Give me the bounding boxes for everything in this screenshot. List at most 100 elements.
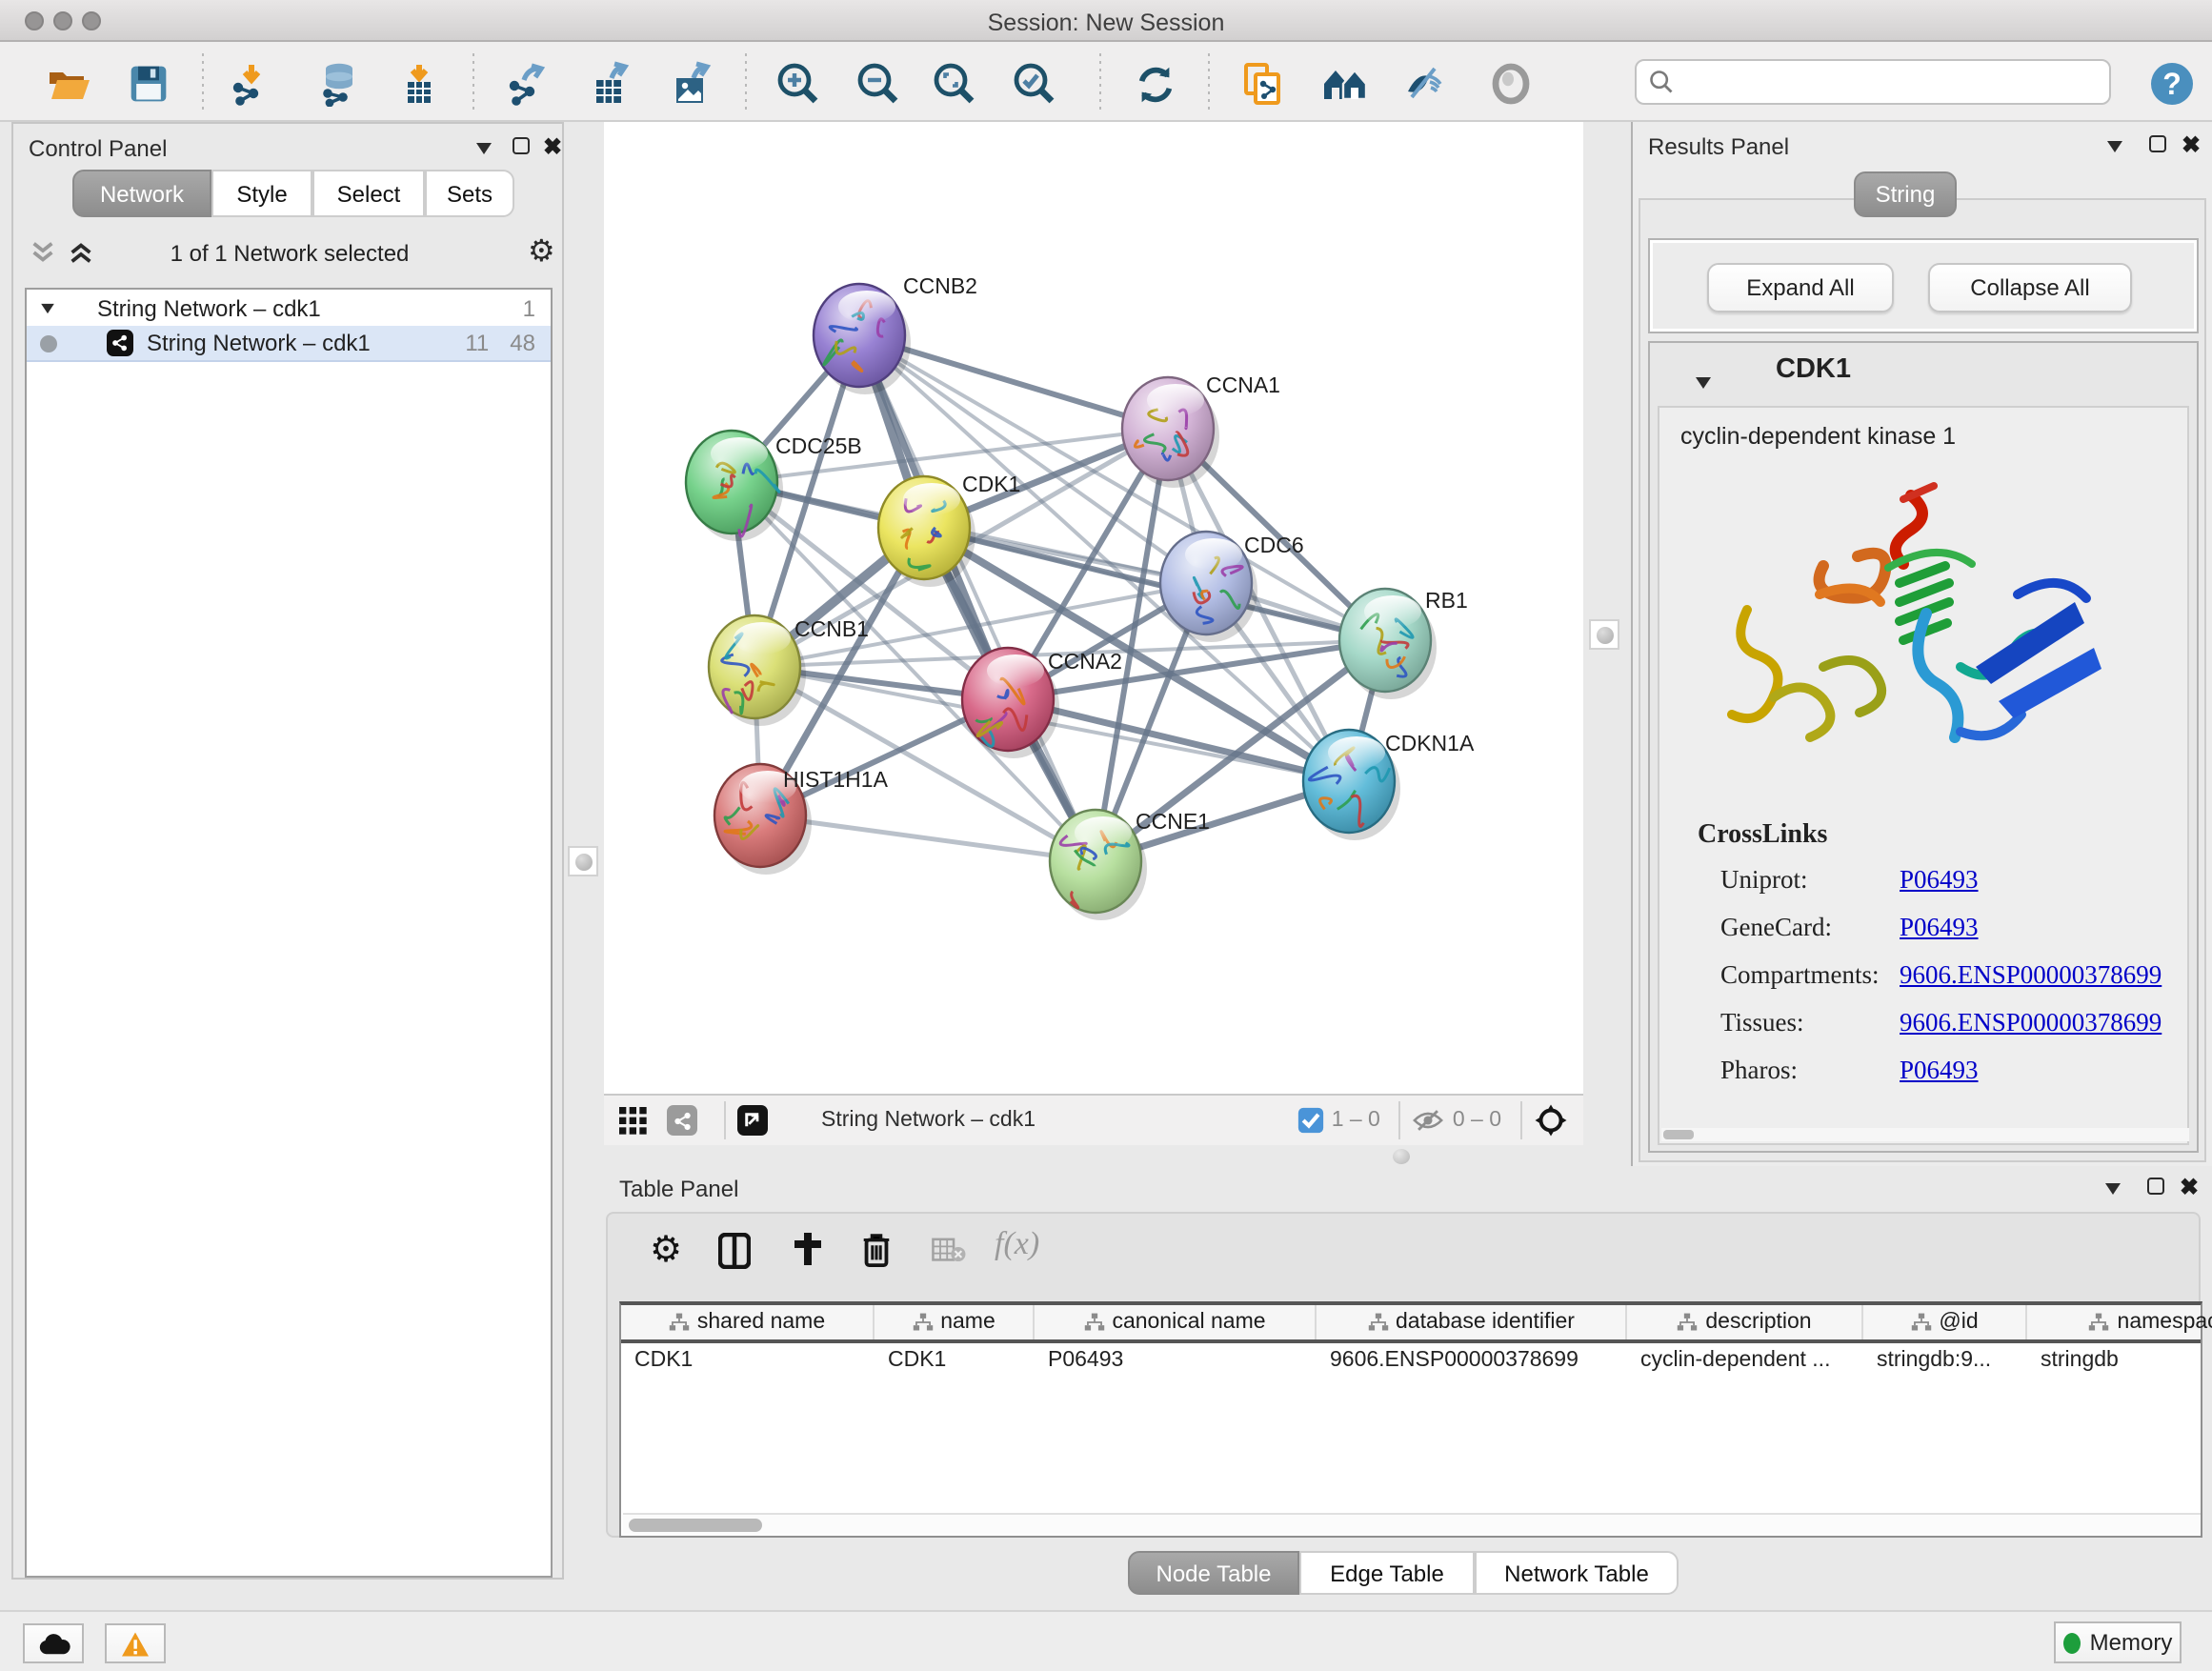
column-header-namespace[interactable]: namespace	[2027, 1305, 2212, 1339]
crosslink-link[interactable]: 9606.ENSP00000378699	[1900, 960, 2162, 991]
tab-style[interactable]: Style	[211, 170, 312, 217]
hidden-eye-slash-icon[interactable]	[1413, 1107, 1445, 1134]
expand-all-button[interactable]: Expand All	[1707, 263, 1894, 312]
show-columns-icon[interactable]	[718, 1233, 751, 1269]
import-table-button[interactable]	[394, 59, 444, 109]
node-CCNA1[interactable]: CCNA1	[1122, 372, 1280, 488]
hide-selected-button[interactable]	[1400, 59, 1450, 109]
left-splitter-handle[interactable]	[568, 846, 598, 876]
new-network-from-selection-button[interactable]	[1238, 59, 1288, 109]
node-CDC6[interactable]: CDC6	[1160, 532, 1304, 642]
apply-function-icon[interactable]: f(x)	[995, 1225, 1039, 1263]
clear-table-icon[interactable]	[932, 1237, 966, 1263]
tab-select[interactable]: Select	[312, 170, 425, 217]
column-header--id[interactable]: @id	[1863, 1305, 2027, 1339]
tab-node-table[interactable]: Node Table	[1128, 1551, 1299, 1595]
show-all-button[interactable]	[1486, 59, 1536, 109]
tab-sets[interactable]: Sets	[425, 170, 514, 217]
scrollbar-thumb[interactable]	[629, 1519, 762, 1532]
column-header-shared-name[interactable]: shared name	[621, 1305, 875, 1339]
panel-menu-icon[interactable]	[2107, 141, 2122, 152]
network-collection-row[interactable]: String Network – cdk1 1	[27, 290, 551, 326]
horizontal-splitter-handle[interactable]	[1393, 1149, 1410, 1164]
export-network-button[interactable]	[503, 59, 553, 109]
search-field[interactable]	[1635, 59, 2111, 105]
table-cell[interactable]: CDK1	[621, 1343, 875, 1378]
refresh-view-button[interactable]	[1130, 59, 1179, 109]
zoom-selected-button[interactable]	[1010, 59, 1059, 109]
table-cell[interactable]: CDK1	[875, 1343, 1035, 1378]
panel-float-icon[interactable]	[2149, 135, 2166, 152]
tab-network-table[interactable]: Network Table	[1475, 1551, 1679, 1595]
table-cell[interactable]: cyclin-dependent ...	[1627, 1343, 1863, 1378]
cloud-button[interactable]	[23, 1623, 84, 1663]
panel-menu-icon[interactable]	[476, 143, 492, 154]
node-HIST1H1A[interactable]: HIST1H1A	[714, 764, 889, 875]
crosslink-link[interactable]: P06493	[1900, 913, 1979, 943]
panel-close-icon[interactable]: ✖	[2182, 135, 2201, 154]
node-CDKN1A[interactable]: CDKN1A	[1303, 730, 1475, 840]
tab-edge-table[interactable]: Edge Table	[1299, 1551, 1475, 1595]
table-horizontal-scrollbar[interactable]	[623, 1513, 2201, 1534]
birds-eye-view-icon[interactable]	[737, 1105, 768, 1136]
zoom-fit-button[interactable]	[930, 59, 979, 109]
zoom-in-button[interactable]	[774, 59, 823, 109]
panel-float-icon[interactable]	[2147, 1178, 2164, 1195]
gene-collapse-icon[interactable]	[1696, 364, 1711, 398]
tab-string-results[interactable]: String	[1854, 171, 1957, 217]
collection-expand-icon[interactable]	[41, 303, 54, 312]
export-table-button[interactable]	[587, 59, 636, 109]
node-label-CDKN1A: CDKN1A	[1385, 731, 1475, 755]
table-cell[interactable]: stringdb:9...	[1863, 1343, 2027, 1378]
node-RB1[interactable]: RB1	[1339, 588, 1468, 699]
import-network-database-button[interactable]	[314, 59, 364, 109]
crosslink-link[interactable]: P06493	[1900, 865, 1979, 896]
column-header-database-identifier[interactable]: database identifier	[1317, 1305, 1627, 1339]
create-column-plus-icon[interactable]	[791, 1231, 825, 1267]
string-style-icon[interactable]	[667, 1105, 697, 1136]
panel-close-icon[interactable]: ✖	[2180, 1178, 2199, 1197]
help-button[interactable]: ?	[2147, 59, 2197, 109]
grid-view-icon[interactable]	[619, 1106, 648, 1135]
panel-menu-icon[interactable]	[2105, 1183, 2121, 1195]
first-neighbors-button[interactable]	[1320, 59, 1370, 109]
collapse-all-button[interactable]: Collapse All	[1928, 263, 2132, 312]
table-cell[interactable]: P06493	[1035, 1343, 1317, 1378]
search-input[interactable]	[1675, 70, 2109, 93]
export-image-button[interactable]	[667, 59, 716, 109]
zoom-out-button[interactable]	[854, 59, 903, 109]
gene-scrollbar[interactable]	[1661, 1128, 2189, 1141]
column-header-canonical-name[interactable]: canonical name	[1035, 1305, 1317, 1339]
panel-float-icon[interactable]	[513, 137, 530, 154]
crosslink-link[interactable]: P06493	[1900, 1056, 1979, 1086]
table-row[interactable]: CDK1CDK1P064939606.ENSP00000378699cyclin…	[621, 1343, 2201, 1378]
table-cell[interactable]: stringdb	[2027, 1343, 2212, 1378]
column-header-name[interactable]: name	[875, 1305, 1035, 1339]
table-cell[interactable]: 9606.ENSP00000378699	[1317, 1343, 1627, 1378]
import-database-icon	[316, 61, 362, 107]
network-canvas[interactable]: CCNB2 CCNA1 CDC25B CDK1 CDC6 RB1 CCNB1	[604, 122, 1583, 1094]
edge-CCNB2-CCNE1[interactable]	[859, 335, 1096, 861]
memory-button[interactable]: Memory	[2054, 1621, 2182, 1663]
warning-button[interactable]	[105, 1623, 166, 1663]
network-row-selected[interactable]: String Network – cdk1 11 48	[27, 326, 551, 362]
tab-network[interactable]: Network	[72, 170, 211, 217]
network-options-gear-icon[interactable]: ⚙	[528, 232, 555, 271]
network-graph[interactable]: CCNB2 CCNA1 CDC25B CDK1 CDC6 RB1 CCNB1	[604, 122, 1583, 1094]
column-header-description[interactable]: description	[1627, 1305, 1863, 1339]
panel-close-icon[interactable]: ✖	[543, 137, 562, 156]
node-CCNB2[interactable]: CCNB2	[814, 273, 977, 394]
fit-selected-crosshair-icon[interactable]	[1534, 1103, 1568, 1137]
zoom-fit-icon	[932, 61, 977, 107]
open-session-button[interactable]	[44, 59, 93, 109]
save-session-button[interactable]	[124, 59, 173, 109]
table-settings-gear-icon[interactable]: ⚙	[650, 1229, 682, 1273]
crosslink-link[interactable]: 9606.ENSP00000378699	[1900, 1008, 2162, 1038]
right-splitter-handle[interactable]	[1589, 619, 1619, 650]
node-CCNE1[interactable]: CCNE1	[1050, 809, 1210, 920]
delete-column-trash-icon[interactable]	[861, 1231, 892, 1267]
table-body: CDK1CDK1P064939606.ENSP00000378699cyclin…	[621, 1343, 2201, 1378]
node-CCNA2[interactable]: CCNA2	[962, 648, 1122, 758]
selected-checkbox-icon[interactable]	[1297, 1107, 1324, 1134]
import-network-file-button[interactable]	[227, 59, 276, 109]
